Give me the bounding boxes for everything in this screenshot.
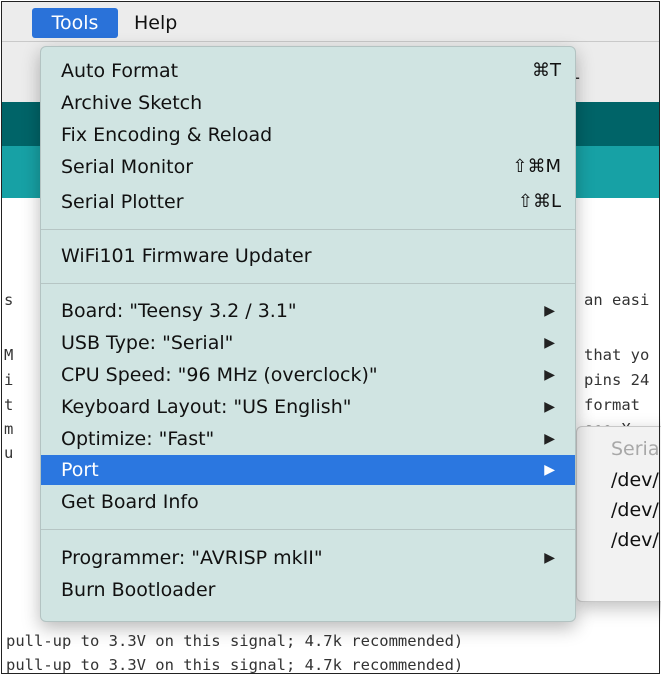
menu-item-label: Get Board Info bbox=[61, 491, 199, 513]
port-option[interactable]: /dev/ bbox=[611, 465, 659, 495]
code-fragment: format bbox=[584, 396, 640, 414]
submenu-arrow-icon: ▶ bbox=[544, 399, 555, 415]
menu-item-label: Optimize: "Fast" bbox=[61, 428, 215, 450]
menu-item-auto-format[interactable]: Auto Format ⌘T bbox=[41, 56, 575, 86]
menu-item-cpu-speed[interactable]: CPU Speed: "96 MHz (overclock)" ▶ bbox=[41, 360, 575, 390]
menu-item-label: Serial Plotter bbox=[61, 191, 184, 213]
code-fragment: pins 24 bbox=[584, 371, 650, 389]
menu-item-serial-plotter[interactable]: Serial Plotter ⇧⌘L bbox=[41, 187, 575, 217]
menu-item-wifi-firmware-updater[interactable]: WiFi101 Firmware Updater bbox=[41, 241, 575, 271]
port-option[interactable]: /dev/ bbox=[611, 495, 659, 525]
menu-item-burn-bootloader[interactable]: Burn Bootloader bbox=[41, 575, 575, 605]
menu-bar: Tools Help bbox=[2, 2, 659, 42]
menu-item-archive-sketch[interactable]: Archive Sketch bbox=[41, 88, 575, 118]
submenu-arrow-icon: ▶ bbox=[544, 462, 555, 478]
code-fragment: s bbox=[4, 291, 14, 309]
menu-item-label: Fix Encoding & Reload bbox=[61, 124, 273, 146]
tools-dropdown-menu: Auto Format ⌘T Archive Sketch Fix Encodi… bbox=[40, 46, 576, 622]
menu-item-serial-monitor[interactable]: Serial Monitor ⇧⌘M bbox=[41, 152, 575, 182]
menu-item-programmer[interactable]: Programmer: "AVRISP mkII" ▶ bbox=[41, 543, 575, 573]
port-submenu: Seria /dev/ /dev/ /dev/ bbox=[576, 426, 661, 602]
code-line: pull-up to 3.3V on this signal; 4.7k rec… bbox=[6, 656, 464, 674]
code-line: pull-up to 3.3V on this signal; 4.7k rec… bbox=[6, 632, 464, 650]
code-fragment: m bbox=[4, 420, 14, 438]
menu-item-keyboard-layout[interactable]: Keyboard Layout: "US English" ▶ bbox=[41, 392, 575, 422]
shortcut-label: ⇧⌘M bbox=[512, 156, 561, 177]
submenu-arrow-icon: ▶ bbox=[544, 550, 555, 566]
menu-separator bbox=[41, 529, 575, 530]
code-fragment: u bbox=[4, 444, 14, 462]
menu-tools[interactable]: Tools bbox=[32, 8, 118, 38]
menu-item-get-board-info[interactable]: Get Board Info bbox=[41, 487, 575, 517]
code-fragment: i bbox=[4, 371, 14, 389]
menu-help[interactable]: Help bbox=[124, 8, 187, 38]
menu-item-label: Port bbox=[61, 459, 99, 481]
menu-item-board[interactable]: Board: "Teensy 3.2 / 3.1" ▶ bbox=[41, 296, 575, 326]
shortcut-label: ⌘T bbox=[532, 60, 561, 81]
menu-item-label: Archive Sketch bbox=[61, 92, 203, 114]
menu-item-usb-type[interactable]: USB Type: "Serial" ▶ bbox=[41, 328, 575, 358]
menu-item-label: CPU Speed: "96 MHz (overclock)" bbox=[61, 364, 378, 386]
menu-item-label: Burn Bootloader bbox=[61, 579, 216, 601]
code-fragment: M bbox=[4, 346, 14, 364]
submenu-arrow-icon: ▶ bbox=[544, 303, 555, 319]
menu-item-label: Board: "Teensy 3.2 / 3.1" bbox=[61, 300, 297, 322]
menu-item-label: WiFi101 Firmware Updater bbox=[61, 245, 312, 267]
submenu-arrow-icon: ▶ bbox=[544, 431, 555, 447]
menu-item-label: Auto Format bbox=[61, 60, 179, 82]
menu-item-port[interactable]: Port ▶ bbox=[41, 455, 575, 485]
code-fragment: that yo bbox=[584, 346, 650, 364]
shortcut-label: ⇧⌘L bbox=[517, 191, 561, 212]
submenu-arrow-icon: ▶ bbox=[544, 335, 555, 351]
menu-item-optimize[interactable]: Optimize: "Fast" ▶ bbox=[41, 424, 575, 454]
menu-item-label: Keyboard Layout: "US English" bbox=[61, 396, 352, 418]
menu-item-label: USB Type: "Serial" bbox=[61, 332, 234, 354]
port-option[interactable]: /dev/ bbox=[611, 525, 659, 555]
menu-item-label: Serial Monitor bbox=[61, 156, 194, 178]
code-fragment: an easi bbox=[584, 291, 650, 309]
code-fragment: t bbox=[4, 396, 14, 414]
port-submenu-header: Seria bbox=[611, 438, 660, 460]
menu-separator bbox=[41, 229, 575, 230]
menu-item-label: Programmer: "AVRISP mkII" bbox=[61, 547, 323, 569]
menu-item-fix-encoding[interactable]: Fix Encoding & Reload bbox=[41, 120, 575, 150]
submenu-arrow-icon: ▶ bbox=[544, 367, 555, 383]
screen: Tools Help 1 s an easi M that yo i pins … bbox=[0, 0, 661, 675]
menu-separator bbox=[41, 283, 575, 284]
